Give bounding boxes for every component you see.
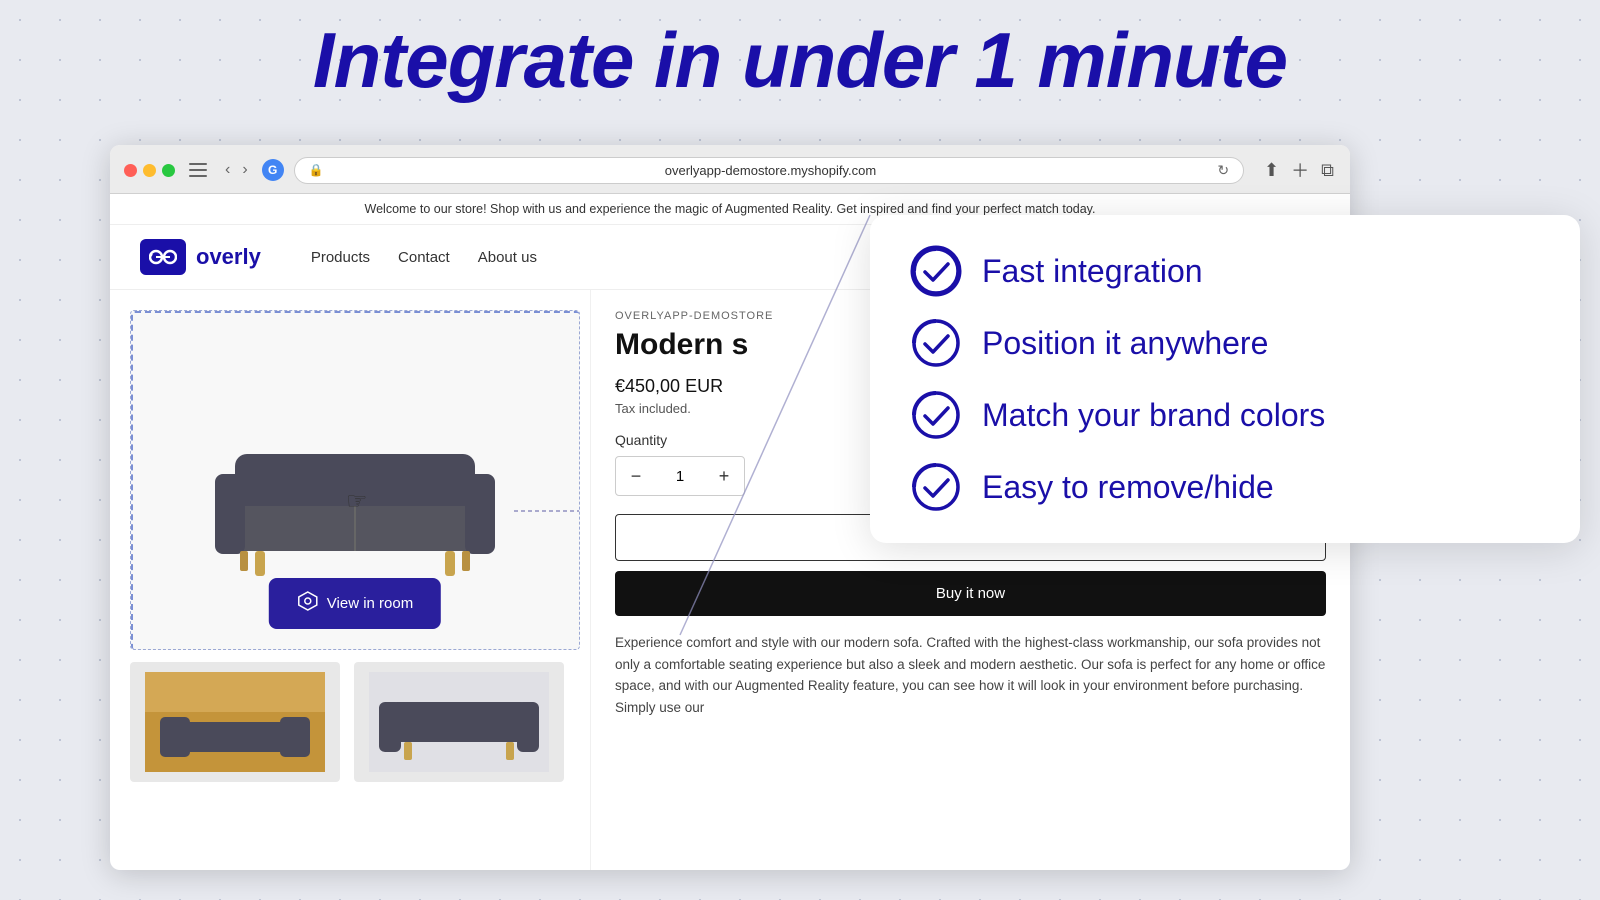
- quantity-decrease[interactable]: −: [616, 457, 656, 495]
- main-headline: Integrate in under 1 minute: [0, 0, 1600, 118]
- main-wrapper: Integrate in under 1 minute ‹ › G 🔒 over…: [0, 0, 1600, 900]
- product-main-image: ☞ View in room: [130, 310, 580, 650]
- tabs-button[interactable]: ⧉: [1319, 158, 1336, 183]
- product-image-section: ☞ View in room: [110, 290, 590, 870]
- product-thumb-2[interactable]: [354, 662, 564, 782]
- product-thumb-1[interactable]: [130, 662, 340, 782]
- feature-text-1: Fast integration: [982, 253, 1203, 290]
- forward-button[interactable]: ›: [238, 159, 251, 181]
- maximize-button[interactable]: [162, 164, 175, 177]
- lock-icon: 🔒: [309, 163, 324, 177]
- browser-chrome: ‹ › G 🔒 overlyapp-demostore.myshopify.co…: [110, 145, 1350, 194]
- check-icon-4: [910, 461, 962, 513]
- quantity-increase[interactable]: +: [704, 457, 744, 495]
- reload-icon[interactable]: ↻: [1217, 162, 1229, 179]
- store-nav-links: Products Contact About us: [311, 249, 537, 266]
- nav-about[interactable]: About us: [478, 249, 537, 266]
- quantity-value: 1: [656, 468, 704, 485]
- feature-text-2: Position it anywhere: [982, 325, 1268, 362]
- feature-text-4: Easy to remove/hide: [982, 469, 1274, 506]
- product-thumbnails: [130, 662, 570, 782]
- feature-2: Position it anywhere: [910, 317, 1540, 369]
- nav-contact[interactable]: Contact: [398, 249, 450, 266]
- logo-icon: [140, 239, 186, 275]
- close-button[interactable]: [124, 164, 137, 177]
- browser-actions: ⬆ ＋ ⧉: [1262, 155, 1336, 185]
- check-icon-1: [910, 245, 962, 297]
- sidebar-toggle-icon[interactable]: [189, 163, 207, 177]
- feature-3: Match your brand colors: [910, 389, 1540, 441]
- buy-now-button[interactable]: Buy it now: [615, 571, 1326, 616]
- check-icon-2: [910, 317, 962, 369]
- view-in-room-label: View in room: [327, 595, 413, 612]
- minimize-button[interactable]: [143, 164, 156, 177]
- check-icon-3: [910, 389, 962, 441]
- url-text: overlyapp-demostore.myshopify.com: [330, 163, 1212, 178]
- new-tab-button[interactable]: ＋: [1289, 155, 1311, 185]
- feature-text-3: Match your brand colors: [982, 397, 1325, 434]
- features-panel: Fast integration Position it anywhere Ma…: [870, 215, 1580, 543]
- view-in-room-button[interactable]: View in room: [269, 578, 441, 629]
- quantity-control[interactable]: − 1 +: [615, 456, 745, 496]
- browser-favicon: G: [262, 159, 284, 181]
- feature-4: Easy to remove/hide: [910, 461, 1540, 513]
- nav-arrows: ‹ ›: [221, 159, 252, 181]
- back-button[interactable]: ‹: [221, 159, 234, 181]
- product-description: Experience comfort and style with our mo…: [615, 632, 1326, 718]
- cursor-icon: ☞: [346, 487, 368, 516]
- nav-products[interactable]: Products: [311, 249, 370, 266]
- logo-text: overly: [196, 244, 261, 270]
- traffic-lights: [124, 164, 175, 177]
- ar-icon: [297, 590, 319, 617]
- feature-1: Fast integration: [910, 245, 1540, 297]
- store-logo[interactable]: overly: [140, 239, 261, 275]
- address-bar[interactable]: 🔒 overlyapp-demostore.myshopify.com ↻: [294, 157, 1244, 184]
- share-button[interactable]: ⬆: [1262, 158, 1281, 183]
